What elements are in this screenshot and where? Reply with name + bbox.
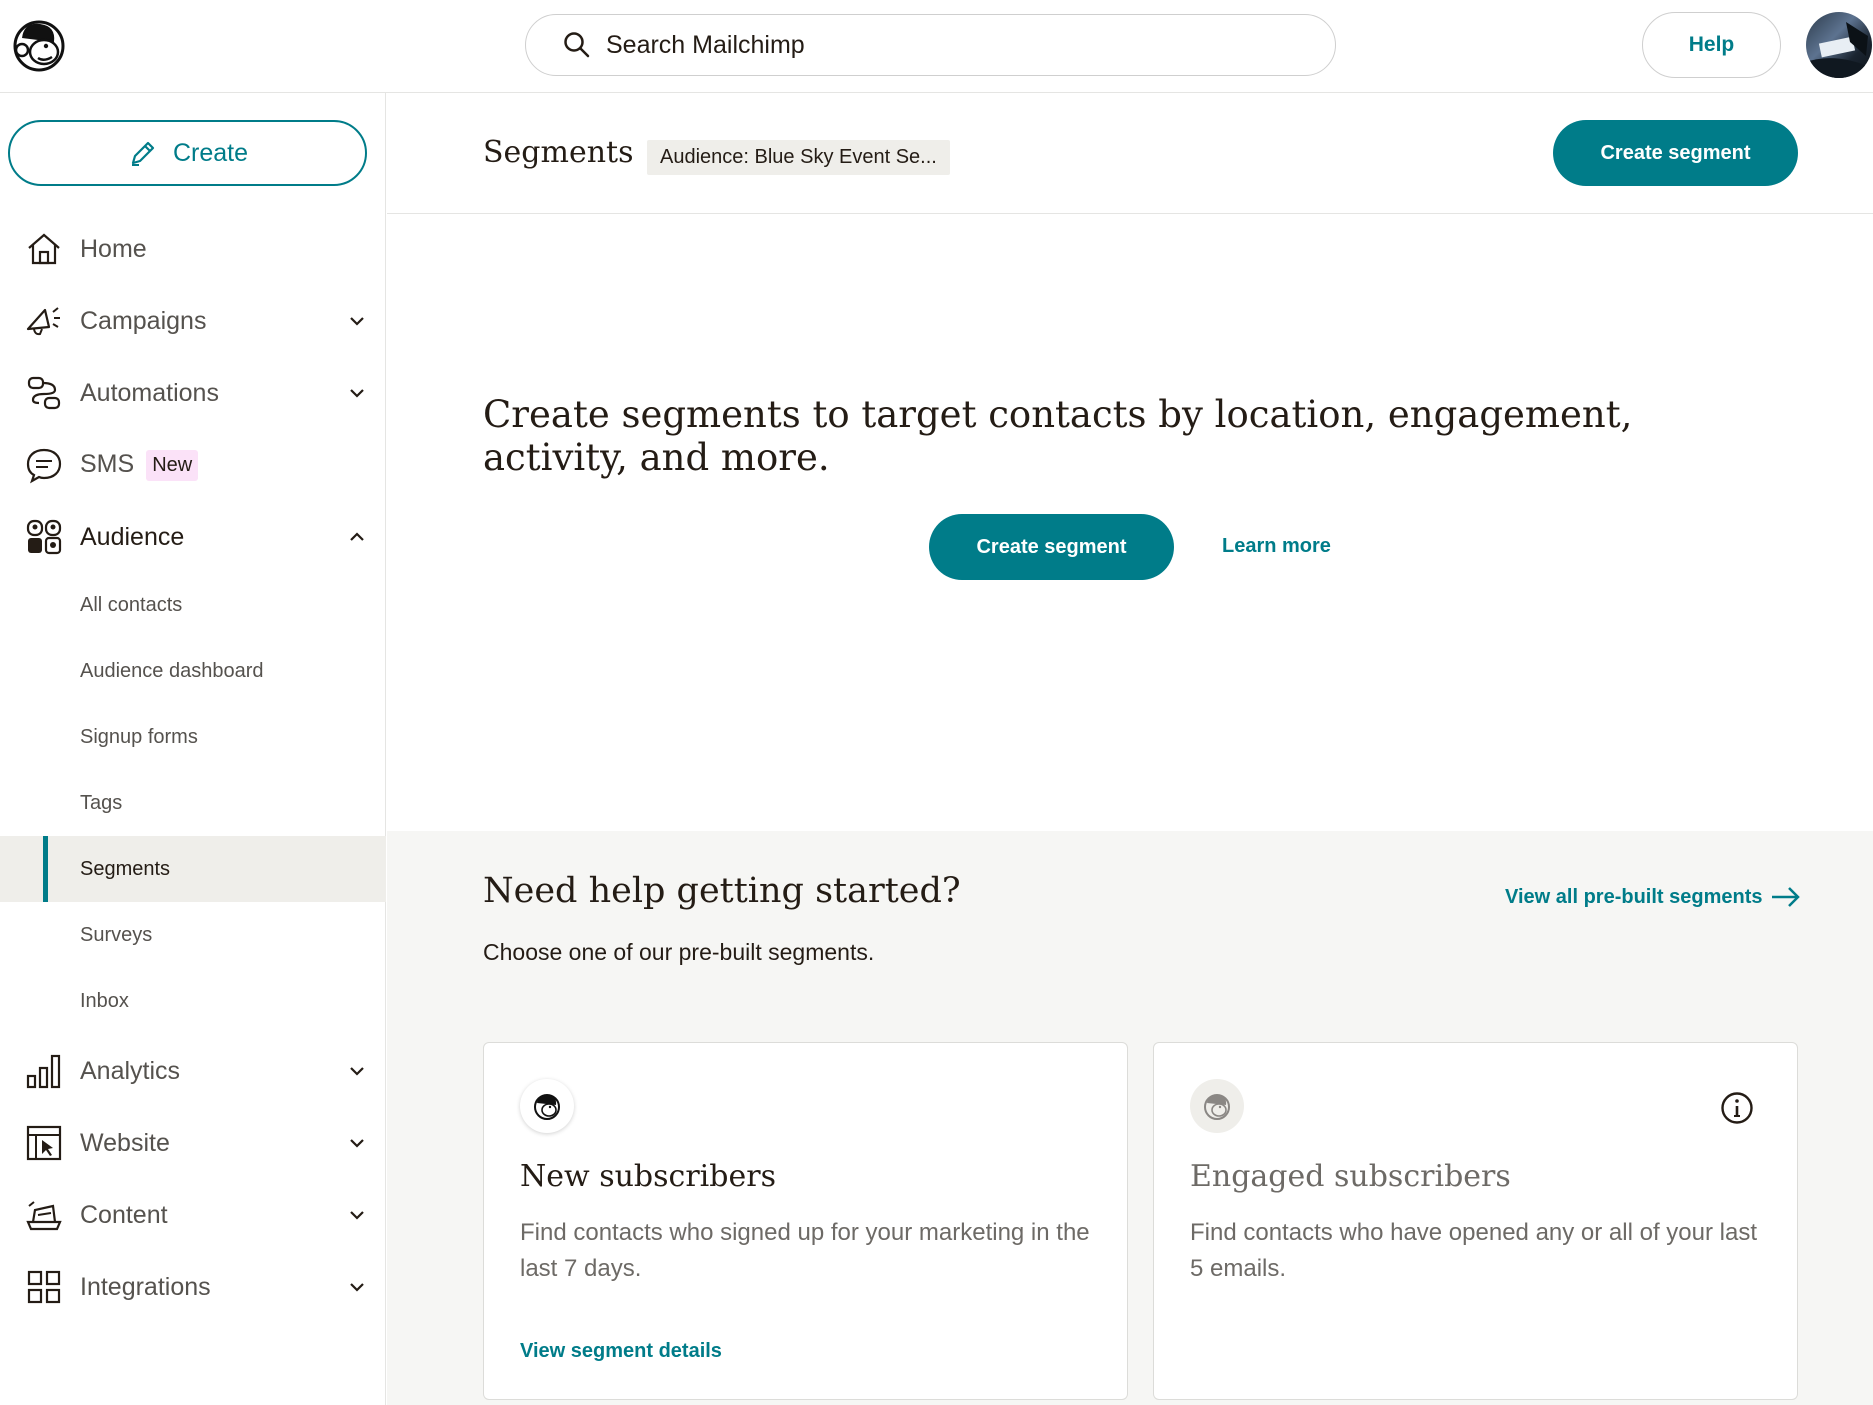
- sidebar-subitem-signup-forms[interactable]: Signup forms: [0, 704, 386, 770]
- empty-state-create-segment-button[interactable]: Create segment: [929, 514, 1174, 580]
- sidebar-item-home[interactable]: Home: [0, 219, 386, 279]
- sidebar-item-analytics[interactable]: Analytics: [0, 1041, 386, 1101]
- main-content: Segments Audience: Blue Sky Event Se... …: [387, 93, 1873, 1405]
- subitem-label: Surveys: [80, 923, 153, 946]
- subitem-label: All contacts: [80, 593, 183, 616]
- user-avatar[interactable]: [1806, 12, 1872, 78]
- chevron-up-icon: [350, 532, 364, 541]
- pencil-icon: [131, 141, 155, 166]
- chevron-down-icon: [350, 389, 364, 398]
- subitem-label: Inbox: [80, 989, 129, 1012]
- create-segment-button[interactable]: Create segment: [1553, 120, 1798, 186]
- mailchimp-freddie-icon: [1190, 1079, 1244, 1133]
- sidebar-subitem-segments[interactable]: Segments: [0, 836, 386, 902]
- sidebar-item-sms[interactable]: SMS New: [0, 435, 386, 495]
- help-subheading: Choose one of our pre-built segments.: [483, 939, 875, 965]
- sidebar-item-automations[interactable]: Automations: [0, 363, 386, 423]
- card-description: Find contacts who signed up for your mar…: [520, 1219, 1090, 1282]
- sidebar-item-integrations[interactable]: Integrations: [0, 1257, 386, 1317]
- card-title: New subscribers: [520, 1159, 776, 1194]
- sms-label: SMS: [80, 449, 135, 478]
- home-icon: [28, 233, 60, 265]
- website-icon: [26, 1125, 62, 1161]
- search-input[interactable]: Search Mailchimp: [525, 14, 1336, 76]
- card-title: Engaged subscribers: [1190, 1159, 1511, 1194]
- sidebar-subitem-inbox[interactable]: Inbox: [0, 968, 386, 1034]
- sidebar-item-label: Integrations: [80, 1272, 211, 1301]
- sidebar-subitem-audience-dashboard[interactable]: Audience dashboard: [0, 638, 386, 704]
- mailchimp-freddie-icon: [520, 1079, 574, 1133]
- chevron-down-icon: [350, 1139, 364, 1148]
- sidebar-item-campaigns[interactable]: Campaigns: [0, 291, 386, 351]
- sidebar-item-label: SMS New: [80, 449, 199, 481]
- sidebar-item-label: Audience: [80, 522, 185, 551]
- learn-more-link[interactable]: Learn more: [1222, 535, 1331, 558]
- chevron-down-icon: [350, 1211, 364, 1220]
- sidebar-subitem-all-contacts[interactable]: All contacts: [0, 572, 386, 638]
- megaphone-icon: [26, 307, 60, 336]
- help-heading: Need help getting started?: [483, 871, 961, 911]
- view-segment-details-link[interactable]: View segment details: [520, 1340, 722, 1363]
- subitem-label: Segments: [80, 857, 171, 880]
- sidebar: Create Home Campaigns Automations SMS New…: [0, 93, 386, 1405]
- sidebar-subitem-surveys[interactable]: Surveys: [0, 902, 386, 968]
- sidebar-subitem-tags[interactable]: Tags: [0, 770, 386, 836]
- sidebar-item-label: Website: [80, 1128, 170, 1157]
- info-icon[interactable]: [1720, 1091, 1754, 1125]
- view-all-prebuilt-segments-link[interactable]: View all pre-built segments: [1505, 885, 1802, 909]
- sidebar-item-website[interactable]: Website: [0, 1113, 386, 1173]
- chevron-down-icon: [350, 317, 364, 326]
- empty-state-heading: Create segments to target contacts by lo…: [483, 393, 1633, 479]
- prebuilt-segments-section: Need help getting started? Choose one of…: [387, 831, 1873, 1405]
- top-bar: Search Mailchimp Help: [0, 0, 1873, 93]
- chevron-down-icon: [350, 1283, 364, 1292]
- sidebar-item-label: Analytics: [80, 1056, 181, 1085]
- card-description: Find contacts who have opened any or all…: [1190, 1219, 1757, 1282]
- sidebar-item-label: Home: [80, 234, 147, 263]
- sidebar-item-label: Campaigns: [80, 306, 207, 335]
- sidebar-item-label: Content: [80, 1200, 168, 1229]
- automations-icon: [27, 376, 61, 410]
- grid-icon: [27, 1270, 61, 1304]
- subitem-label: Tags: [80, 791, 123, 814]
- sidebar-item-audience[interactable]: Audience: [0, 507, 386, 567]
- create-label: Create: [172, 138, 249, 167]
- audience-selector[interactable]: Audience: Blue Sky Event Se...: [647, 140, 950, 175]
- page-header: Segments Audience: Blue Sky Event Se... …: [387, 93, 1873, 214]
- page-title: Segments: [483, 135, 634, 170]
- content-icon: [26, 1201, 62, 1231]
- segment-card-new-subscribers[interactable]: New subscribers Find contacts who signed…: [483, 1042, 1128, 1400]
- mailchimp-logo-icon[interactable]: [10, 16, 68, 74]
- sidebar-item-label: Automations: [80, 378, 219, 407]
- arrow-right-icon: [1772, 887, 1801, 907]
- view-all-label: View all pre-built segments: [1505, 885, 1763, 908]
- new-badge: New: [146, 449, 199, 481]
- create-button[interactable]: Create: [8, 120, 367, 186]
- chevron-down-icon: [350, 1067, 364, 1076]
- chat-icon: [26, 448, 62, 484]
- search-icon: [564, 32, 590, 58]
- help-button[interactable]: Help: [1642, 12, 1781, 78]
- segment-card-engaged-subscribers[interactable]: Engaged subscribers Find contacts who ha…: [1153, 1042, 1798, 1400]
- audience-icon: [26, 519, 62, 555]
- sidebar-item-content[interactable]: Content: [0, 1185, 386, 1245]
- subitem-label: Audience dashboard: [80, 659, 264, 682]
- subitem-label: Signup forms: [80, 725, 198, 748]
- search-placeholder: Search Mailchimp: [606, 30, 805, 59]
- bar-chart-icon: [26, 1054, 61, 1089]
